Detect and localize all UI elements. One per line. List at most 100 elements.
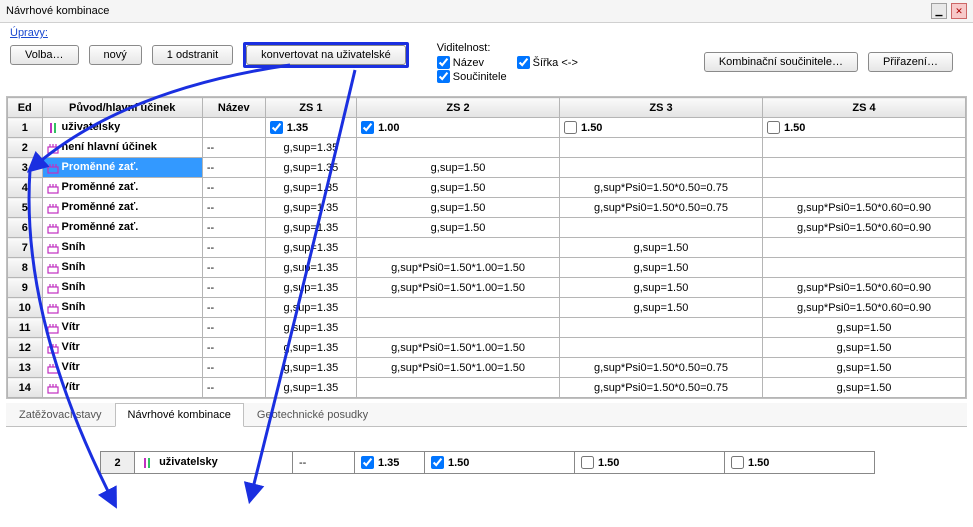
- konvertovat-button[interactable]: konvertovat na uživatelské: [246, 45, 406, 65]
- cell-zs1[interactable]: g,sup=1.35: [265, 358, 356, 378]
- cell-zs3[interactable]: [560, 158, 763, 178]
- zs4-check[interactable]: [767, 121, 780, 134]
- col-nazev[interactable]: Název: [202, 98, 265, 118]
- volba-button[interactable]: Volba…: [10, 45, 79, 65]
- cell-zs2[interactable]: [357, 298, 560, 318]
- cell-zs3[interactable]: g,sup=1.50: [560, 258, 763, 278]
- row-number[interactable]: 1: [8, 118, 43, 138]
- cell-puvod[interactable]: Sníh: [42, 278, 202, 298]
- cell-puvod[interactable]: Vítr: [42, 358, 202, 378]
- cell-zs1[interactable]: g,sup=1.35: [265, 298, 356, 318]
- row-number[interactable]: 7: [8, 238, 43, 258]
- cell-zs4[interactable]: [762, 238, 965, 258]
- cell-zs1[interactable]: g,sup=1.35: [265, 278, 356, 298]
- cell-zs2[interactable]: g,sup*Psi0=1.50*1.00=1.50: [357, 258, 560, 278]
- cell-zs2[interactable]: 1.00: [357, 118, 560, 138]
- bottom-nazev[interactable]: --: [293, 452, 355, 474]
- row-number[interactable]: 5: [8, 198, 43, 218]
- cell-zs2[interactable]: g,sup=1.50: [357, 178, 560, 198]
- cell-zs1[interactable]: g,sup=1.35: [265, 338, 356, 358]
- row-number[interactable]: 13: [8, 358, 43, 378]
- cell-zs3[interactable]: g,sup*Psi0=1.50*0.50=0.75: [560, 178, 763, 198]
- zs2-check[interactable]: [361, 121, 374, 134]
- cell-zs2[interactable]: g,sup=1.50: [357, 158, 560, 178]
- cell-puvod[interactable]: Vítr: [42, 338, 202, 358]
- odstranit-button[interactable]: 1 odstranit: [152, 45, 233, 65]
- cell-zs1[interactable]: g,sup=1.35: [265, 178, 356, 198]
- cell-puvod[interactable]: Vítr: [42, 378, 202, 398]
- cell-nazev[interactable]: --: [202, 258, 265, 278]
- cell-nazev[interactable]: --: [202, 158, 265, 178]
- cell-puvod[interactable]: Sníh: [42, 298, 202, 318]
- cell-zs4[interactable]: 1.50: [762, 118, 965, 138]
- vis-sirka-checkbox[interactable]: [517, 56, 530, 69]
- bottom-zs4[interactable]: 1.50: [725, 452, 875, 474]
- table-row[interactable]: 11Vítr--g,sup=1.35g,sup=1.50: [8, 318, 966, 338]
- cell-nazev[interactable]: [202, 118, 265, 138]
- cell-zs3[interactable]: [560, 138, 763, 158]
- cell-zs3[interactable]: g,sup=1.50: [560, 278, 763, 298]
- cell-zs3[interactable]: g,sup*Psi0=1.50*0.50=0.75: [560, 358, 763, 378]
- cell-nazev[interactable]: --: [202, 318, 265, 338]
- cell-puvod[interactable]: uživatelsky: [42, 118, 202, 138]
- cell-zs2[interactable]: g,sup*Psi0=1.50*1.00=1.50: [357, 358, 560, 378]
- cell-zs1[interactable]: g,sup=1.35: [265, 258, 356, 278]
- cell-puvod[interactable]: Proměnné zať.: [42, 218, 202, 238]
- cell-zs1[interactable]: g,sup=1.35: [265, 218, 356, 238]
- minimize-button[interactable]: ▁: [931, 3, 947, 19]
- cell-zs3[interactable]: g,sup=1.50: [560, 238, 763, 258]
- bottom-zs1[interactable]: 1.35: [355, 452, 425, 474]
- cell-zs2[interactable]: [357, 378, 560, 398]
- bottom-zs4-check[interactable]: [731, 456, 744, 469]
- cell-zs3[interactable]: g,sup*Psi0=1.50*0.50=0.75: [560, 198, 763, 218]
- table-row[interactable]: 4Proměnné zať.--g,sup=1.35g,sup=1.50g,su…: [8, 178, 966, 198]
- cell-zs1[interactable]: g,sup=1.35: [265, 158, 356, 178]
- bottom-zs2[interactable]: 1.50: [425, 452, 575, 474]
- cell-puvod[interactable]: není hlavní účinek: [42, 138, 202, 158]
- row-number[interactable]: 12: [8, 338, 43, 358]
- cell-zs2[interactable]: [357, 318, 560, 338]
- zs3-check[interactable]: [564, 121, 577, 134]
- cell-zs2[interactable]: g,sup=1.50: [357, 218, 560, 238]
- cell-nazev[interactable]: --: [202, 338, 265, 358]
- cell-zs4[interactable]: [762, 258, 965, 278]
- cell-puvod[interactable]: Proměnné zať.: [42, 198, 202, 218]
- cell-zs4[interactable]: g,sup*Psi0=1.50*0.60=0.90: [762, 298, 965, 318]
- bottom-rownum[interactable]: 2: [101, 452, 135, 474]
- row-number[interactable]: 9: [8, 278, 43, 298]
- cell-puvod[interactable]: Vítr: [42, 318, 202, 338]
- cell-zs4[interactable]: [762, 138, 965, 158]
- cell-nazev[interactable]: --: [202, 278, 265, 298]
- row-number[interactable]: 4: [8, 178, 43, 198]
- cell-puvod[interactable]: Proměnné zať.: [42, 178, 202, 198]
- table-row[interactable]: 9Sníh--g,sup=1.35g,sup*Psi0=1.50*1.00=1.…: [8, 278, 966, 298]
- row-number[interactable]: 14: [8, 378, 43, 398]
- table-row[interactable]: 2není hlavní účinek--g,sup=1.35: [8, 138, 966, 158]
- col-zs2[interactable]: ZS 2: [357, 98, 560, 118]
- row-number[interactable]: 8: [8, 258, 43, 278]
- cell-zs4[interactable]: g,sup*Psi0=1.50*0.60=0.90: [762, 278, 965, 298]
- table-row[interactable]: 3Proměnné zať.--g,sup=1.35g,sup=1.50: [8, 158, 966, 178]
- cell-nazev[interactable]: --: [202, 298, 265, 318]
- bottom-zs2-check[interactable]: [431, 456, 444, 469]
- cell-zs4[interactable]: g,sup=1.50: [762, 318, 965, 338]
- cell-zs3[interactable]: g,sup*Psi0=1.50*0.50=0.75: [560, 378, 763, 398]
- cell-nazev[interactable]: --: [202, 178, 265, 198]
- cell-nazev[interactable]: --: [202, 138, 265, 158]
- zs1-check[interactable]: [270, 121, 283, 134]
- table-row[interactable]: 14Vítr--g,sup=1.35g,sup*Psi0=1.50*0.50=0…: [8, 378, 966, 398]
- row-number[interactable]: 6: [8, 218, 43, 238]
- col-zs4[interactable]: ZS 4: [762, 98, 965, 118]
- cell-zs2[interactable]: [357, 238, 560, 258]
- table-row[interactable]: 5Proměnné zať.--g,sup=1.35g,sup=1.50g,su…: [8, 198, 966, 218]
- cell-zs4[interactable]: [762, 178, 965, 198]
- bottom-zs1-check[interactable]: [361, 456, 374, 469]
- vis-nazev-checkbox[interactable]: [437, 56, 450, 69]
- cell-zs4[interactable]: g,sup=1.50: [762, 378, 965, 398]
- vis-soucinitele-checkbox[interactable]: [437, 70, 450, 83]
- close-button[interactable]: ✕: [951, 3, 967, 19]
- cell-zs4[interactable]: g,sup*Psi0=1.50*0.60=0.90: [762, 218, 965, 238]
- cell-puvod[interactable]: Sníh: [42, 258, 202, 278]
- tab-geo[interactable]: Geotechnické posudky: [244, 403, 381, 426]
- cell-zs1[interactable]: g,sup=1.35: [265, 378, 356, 398]
